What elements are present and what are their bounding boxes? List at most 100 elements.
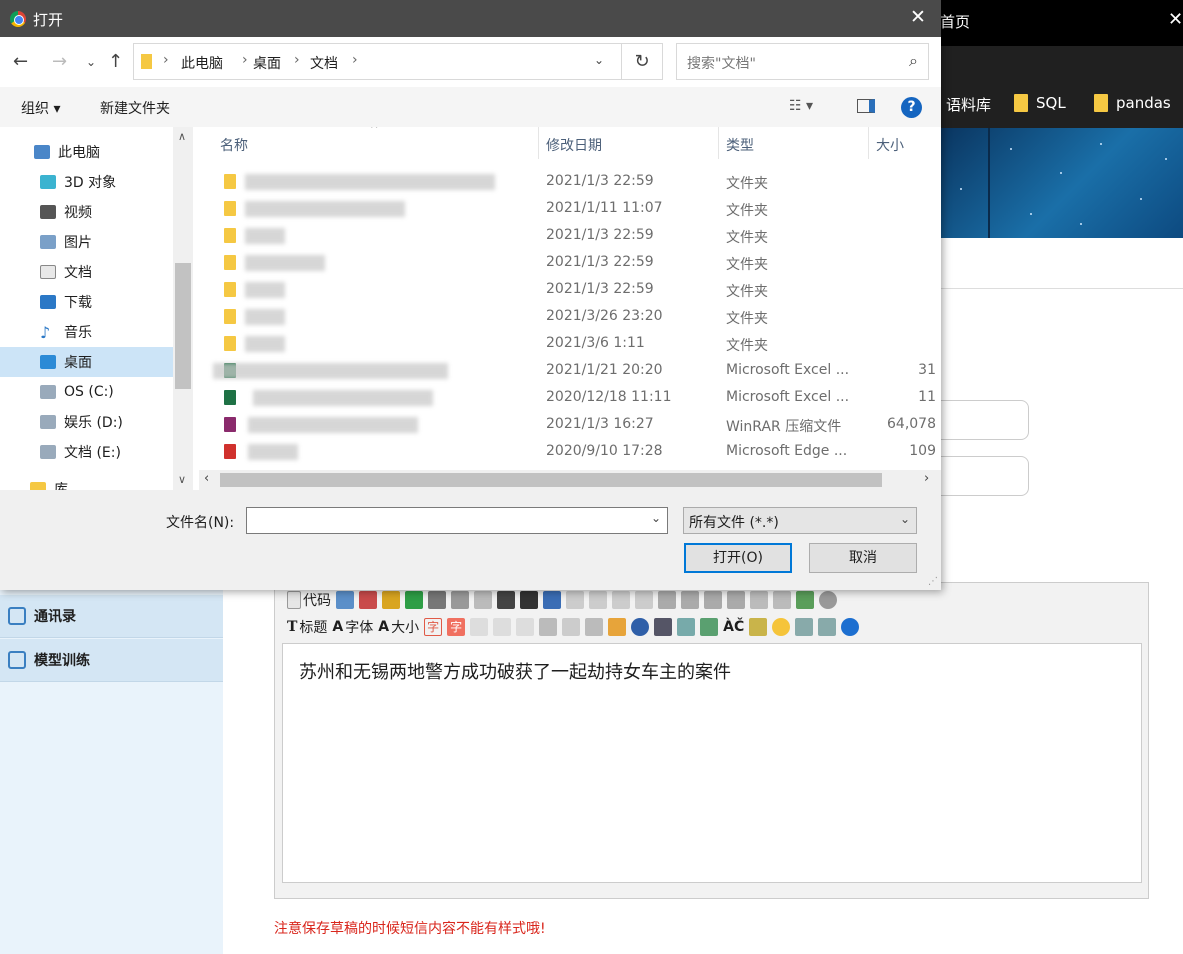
form-input[interactable] (930, 400, 1029, 440)
insert-table-icon[interactable] (700, 618, 719, 636)
print-icon[interactable] (428, 591, 446, 609)
open-button[interactable]: 打开(O) (684, 543, 792, 573)
table-row[interactable]: 2021/1/3 16:27 WinRAR 压缩文件 64,078 (193, 411, 941, 438)
cut-icon[interactable] (451, 591, 469, 609)
tree-item-3d-objects[interactable]: 3D 对象 (0, 167, 173, 197)
fullscreen-icon[interactable] (359, 591, 377, 609)
table-row[interactable]: 2021/1/3 22:59 文件夹 (193, 276, 941, 303)
tree-item-drive-d[interactable]: 娱乐 (D:) (0, 407, 173, 437)
scroll-right-icon[interactable]: › (924, 471, 929, 486)
code-button[interactable]: 代码 (287, 590, 331, 610)
recent-locations-icon[interactable]: ⌄ (86, 55, 96, 69)
justify-icon[interactable] (635, 591, 653, 609)
bookmark-pandas[interactable]: pandas (1094, 94, 1171, 112)
emoticon-icon[interactable] (772, 618, 791, 636)
breadcrumb-this-pc[interactable]: 此电脑 (181, 53, 223, 73)
select-all-icon[interactable] (585, 618, 604, 636)
scroll-down-icon[interactable]: ∨ (178, 473, 186, 486)
preview-pane-icon[interactable] (857, 99, 875, 113)
subscript-icon[interactable] (750, 591, 768, 609)
table-row[interactable]: 2021/1/21 20:20 Microsoft Excel ... 31 (193, 357, 941, 384)
unordered-list-icon[interactable] (681, 591, 699, 609)
scroll-thumb[interactable] (220, 473, 882, 487)
align-right-icon[interactable] (612, 591, 630, 609)
filetype-select[interactable]: 所有文件 (*.*) ⌄ (683, 507, 917, 534)
table-row[interactable]: 2021/3/6 1:11 文件夹 (193, 330, 941, 357)
find-icon[interactable] (336, 591, 354, 609)
new-folder-button[interactable]: 新建文件夹 (100, 98, 170, 118)
tree-item-pictures[interactable]: 图片 (0, 227, 173, 257)
bookmark-corpus[interactable]: 语料库 (946, 94, 991, 115)
column-header-name[interactable]: 名称 (220, 135, 248, 155)
tree-item-libraries[interactable]: 库 (0, 474, 173, 490)
heading-button[interactable]: T 标题 (287, 617, 327, 637)
underline-icon[interactable] (516, 618, 535, 636)
organize-button[interactable]: 组织 ▾ (21, 98, 60, 118)
table-icon[interactable] (677, 618, 696, 636)
editor-content[interactable]: 苏州和无锡两地警方成功破获了一起劫持女车主的案件 (282, 643, 1142, 883)
insert-hr-icon[interactable] (749, 618, 768, 636)
image-icon[interactable] (608, 618, 627, 636)
clock-icon[interactable] (819, 591, 837, 609)
table-row[interactable]: 2021/1/3 22:59 文件夹 (193, 168, 941, 195)
paste-text-icon[interactable] (520, 591, 538, 609)
tree-item-drive-c[interactable]: OS (C:) (0, 377, 173, 407)
close-icon[interactable]: ✕ (1168, 9, 1183, 30)
breadcrumb-desktop[interactable]: 桌面 (253, 53, 281, 73)
resize-grip-icon[interactable]: ⋰ (928, 576, 938, 587)
table-row[interactable]: 2021/3/26 23:20 文件夹 (193, 303, 941, 330)
tree-item-documents[interactable]: 文档 (0, 257, 173, 287)
paste-icon[interactable] (497, 591, 515, 609)
tree-scrollbar[interactable]: ∧ ∨ (173, 127, 193, 490)
highlight-icon[interactable]: 字 (447, 618, 466, 636)
breadcrumb-documents[interactable]: 文档 (310, 53, 338, 73)
scroll-up-icon[interactable]: ∧ (178, 130, 186, 143)
font-color-icon[interactable]: 字 (424, 618, 443, 636)
eraser-icon[interactable] (562, 618, 581, 636)
scroll-thumb[interactable] (175, 263, 191, 389)
spellcheck-icon[interactable]: ÀČ (723, 619, 744, 635)
media-icon[interactable] (654, 618, 673, 636)
filename-input[interactable]: ⌄ (246, 507, 668, 534)
form-input[interactable] (930, 456, 1029, 496)
align-center-icon[interactable] (589, 591, 607, 609)
horizontal-scrollbar[interactable]: ‹ › (199, 470, 941, 490)
help-icon[interactable]: ? (901, 97, 922, 118)
chevron-down-icon[interactable]: ⌄ (651, 511, 661, 525)
address-bar[interactable]: › 此电脑 › 桌面 › 文档 › ⌄ (133, 43, 622, 80)
back-icon[interactable]: ← (13, 51, 28, 72)
flash-icon[interactable] (631, 618, 650, 636)
calendar-icon[interactable] (796, 591, 814, 609)
tree-item-this-pc[interactable]: 此电脑 (0, 137, 173, 167)
indent-icon[interactable] (704, 591, 722, 609)
table-row[interactable]: 2021/1/3 22:59 文件夹 (193, 222, 941, 249)
tree-item-videos[interactable]: 视频 (0, 197, 173, 227)
up-icon[interactable]: ↑ (108, 51, 123, 72)
unlink-icon[interactable] (818, 618, 837, 636)
scroll-left-icon[interactable]: ‹ (204, 471, 209, 486)
search-input[interactable]: 搜索"文档" ⌕ (676, 43, 929, 80)
link-icon[interactable] (795, 618, 814, 636)
refresh-button[interactable]: ↻ (621, 43, 663, 80)
cancel-button[interactable]: 取消 (809, 543, 917, 573)
superscript-icon[interactable] (773, 591, 791, 609)
tree-item-music[interactable]: ♪ 音乐 (0, 317, 173, 347)
font-size-button[interactable]: A 大小 (378, 617, 419, 637)
ordered-list-icon[interactable] (658, 591, 676, 609)
close-icon[interactable]: ✕ (910, 6, 926, 28)
undo-icon[interactable] (382, 591, 400, 609)
bookmark-sql[interactable]: SQL (1014, 94, 1066, 112)
info-icon[interactable] (841, 618, 860, 636)
table-row[interactable]: 2021/1/3 22:59 文件夹 (193, 249, 941, 276)
bold-icon[interactable] (470, 618, 489, 636)
tree-item-drive-e[interactable]: 文档 (E:) (0, 437, 173, 467)
table-row[interactable]: 2020/12/18 11:11 Microsoft Excel ... 11 (193, 384, 941, 411)
column-header-size[interactable]: 大小 (876, 135, 904, 155)
outdent-icon[interactable] (727, 591, 745, 609)
column-header-date[interactable]: 修改日期 (546, 135, 602, 155)
copy-icon[interactable] (474, 591, 492, 609)
paste-word-icon[interactable] (543, 591, 561, 609)
tree-item-desktop[interactable]: 桌面 (0, 347, 173, 377)
nav-item-contacts[interactable]: 通讯录 (0, 595, 223, 638)
table-row[interactable]: 2021/1/11 11:07 文件夹 (193, 195, 941, 222)
